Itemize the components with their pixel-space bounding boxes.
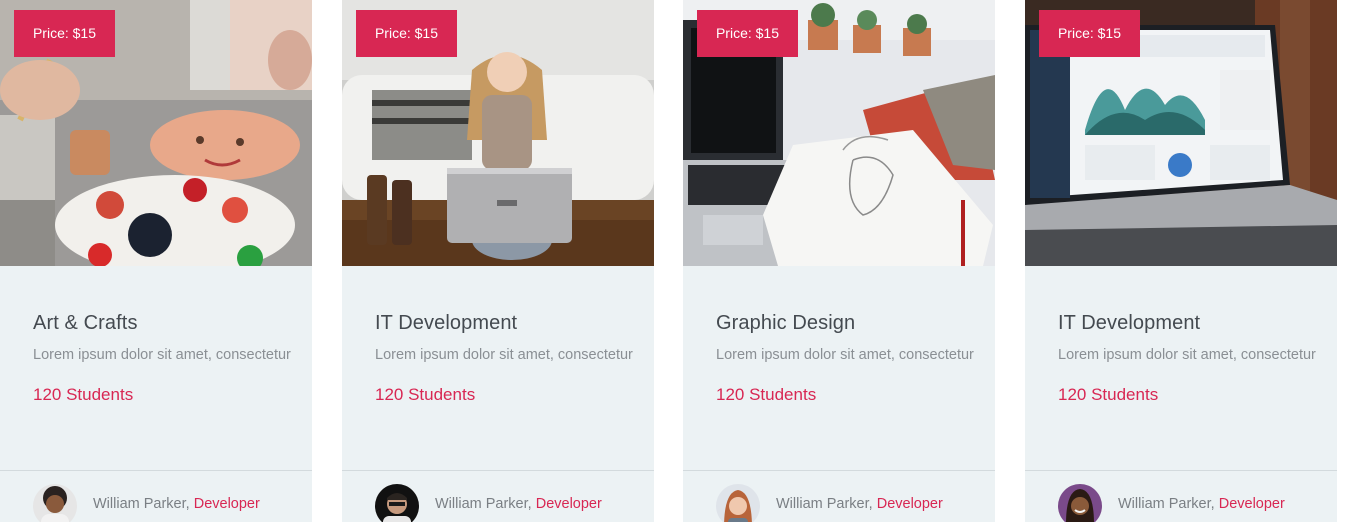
author-avatar-image — [716, 484, 760, 522]
student-count[interactable]: 120 Students — [33, 383, 293, 407]
course-author: William Parker, Developer — [716, 484, 986, 522]
course-title[interactable]: Graphic Design — [716, 308, 976, 338]
course-description: Lorem ipsum dolor sit amet, consectetur — [33, 347, 291, 363]
course-thumbnail-graphic-design[interactable]: Price: $15 — [683, 0, 995, 266]
course-card-list: Price: $15 Art & Crafts Lorem ipsum dolo… — [0, 0, 1350, 522]
course-info: IT Development Lorem ipsum dolor sit ame… — [1058, 308, 1318, 407]
course-author: William Parker, Developer — [375, 484, 645, 522]
author-name: William Parker, — [1118, 496, 1215, 512]
author-line: William Parker, Developer — [1118, 496, 1285, 512]
course-title[interactable]: Art & Crafts — [33, 308, 293, 338]
author-role[interactable]: Developer — [1219, 496, 1285, 512]
course-author: William Parker, Developer — [33, 484, 303, 522]
course-thumbnail-it-development[interactable]: Price: $15 — [342, 0, 654, 266]
price-badge[interactable]: Price: $15 — [356, 10, 457, 57]
author-role[interactable]: Developer — [877, 496, 943, 512]
course-description: Lorem ipsum dolor sit amet, consectetur — [1058, 347, 1316, 363]
course-title[interactable]: IT Development — [1058, 308, 1318, 338]
author-avatar-image — [1058, 484, 1102, 522]
course-description: Lorem ipsum dolor sit amet, consectetur — [716, 347, 974, 363]
price-badge[interactable]: Price: $15 — [1039, 10, 1140, 57]
author-avatar-image — [33, 484, 77, 522]
course-title[interactable]: IT Development — [375, 308, 635, 338]
course-author: William Parker, Developer — [1058, 484, 1328, 522]
author-line: William Parker, Developer — [93, 496, 260, 512]
course-card[interactable]: Price: $15 Graphic Design Lorem ipsum do… — [683, 0, 995, 522]
avatar[interactable] — [1058, 484, 1102, 522]
course-card[interactable]: Price: $15 IT Development Lorem ipsum do… — [342, 0, 654, 522]
course-thumbnail-art-crafts[interactable]: Price: $15 — [0, 0, 312, 266]
divider — [0, 470, 312, 471]
student-count[interactable]: 120 Students — [375, 383, 635, 407]
divider — [1025, 470, 1337, 471]
course-thumbnail-it-development[interactable]: Price: $15 — [1025, 0, 1337, 266]
course-description: Lorem ipsum dolor sit amet, consectetur — [375, 347, 633, 363]
avatar[interactable] — [375, 484, 419, 522]
author-role[interactable]: Developer — [194, 496, 260, 512]
author-name: William Parker, — [93, 496, 190, 512]
author-role[interactable]: Developer — [536, 496, 602, 512]
price-badge[interactable]: Price: $15 — [14, 10, 115, 57]
course-info: Graphic Design Lorem ipsum dolor sit ame… — [716, 308, 976, 407]
course-info: IT Development Lorem ipsum dolor sit ame… — [375, 308, 635, 407]
course-card[interactable]: Price: $15 IT Development Lorem ipsum do… — [1025, 0, 1337, 522]
author-name: William Parker, — [776, 496, 873, 512]
author-avatar-image — [375, 484, 419, 522]
divider — [683, 470, 995, 471]
author-line: William Parker, Developer — [435, 496, 602, 512]
student-count[interactable]: 120 Students — [716, 383, 976, 407]
avatar[interactable] — [33, 484, 77, 522]
course-card[interactable]: Price: $15 Art & Crafts Lorem ipsum dolo… — [0, 0, 312, 522]
author-name: William Parker, — [435, 496, 532, 512]
author-line: William Parker, Developer — [776, 496, 943, 512]
student-count[interactable]: 120 Students — [1058, 383, 1318, 407]
price-badge[interactable]: Price: $15 — [697, 10, 798, 57]
course-info: Art & Crafts Lorem ipsum dolor sit amet,… — [33, 308, 293, 407]
avatar[interactable] — [716, 484, 760, 522]
divider — [342, 470, 654, 471]
